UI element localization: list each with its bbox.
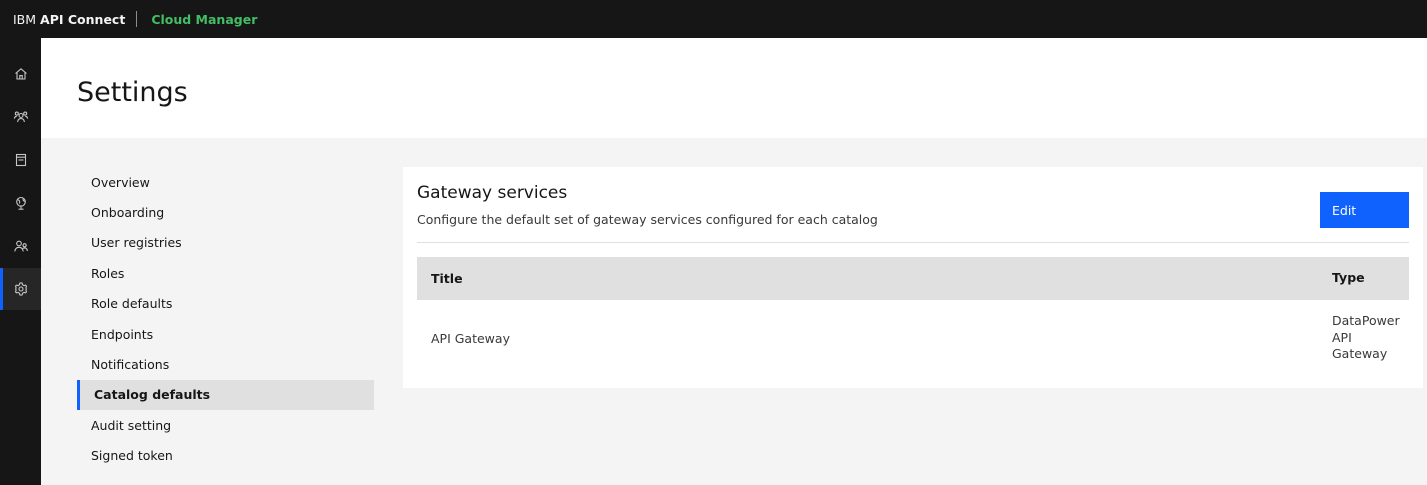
cell-type: DataPower API Gateway (1332, 313, 1400, 362)
settings-icon (14, 282, 27, 296)
rail-item-members[interactable] (0, 225, 41, 267)
settings-nav-user-registries[interactable]: User registries (77, 228, 374, 258)
settings-nav-onboarding[interactable]: Onboarding (77, 197, 374, 227)
gateway-services-panel: Gateway services Configure the default s… (403, 167, 1423, 388)
settings-nav-audit-setting[interactable]: Audit setting (77, 410, 374, 440)
panel-description: Configure the default set of gateway ser… (417, 212, 878, 227)
rail-item-topology[interactable] (0, 182, 41, 224)
document-icon (15, 153, 26, 167)
cell-title: API Gateway (431, 330, 510, 346)
home-icon (14, 68, 27, 80)
settings-nav-endpoints[interactable]: Endpoints (77, 319, 374, 349)
page-header: Settings (41, 38, 1427, 138)
table-header: Title Type (417, 257, 1409, 300)
rail-item-settings[interactable] (0, 268, 41, 310)
rail-item-home[interactable] (0, 53, 41, 95)
settings-nav-overview[interactable]: Overview (77, 167, 374, 197)
settings-nav-signed-token[interactable]: Signed token (77, 441, 374, 471)
left-rail (0, 38, 41, 485)
rail-item-users[interactable] (0, 96, 41, 138)
column-header-title[interactable]: Title (417, 271, 1318, 286)
panel-divider (417, 242, 1409, 243)
brand-ibm: IBM (13, 11, 37, 27)
globe-icon (15, 196, 26, 210)
top-bar: IBM API Connect Cloud Manager (0, 0, 1427, 38)
table-row[interactable]: API Gateway DataPower API Gateway (417, 300, 1409, 376)
column-header-type[interactable]: Type (1318, 270, 1409, 287)
users-icon (13, 111, 28, 123)
settings-nav: Overview Onboarding User registries Role… (77, 167, 374, 471)
settings-nav-roles[interactable]: Roles (77, 258, 374, 288)
edit-button[interactable]: Edit (1320, 192, 1409, 228)
app-name: Cloud Manager (151, 11, 258, 27)
panel-title: Gateway services (417, 183, 568, 203)
gateway-services-table: Title Type API Gateway DataPower API Gat… (417, 257, 1409, 376)
settings-nav-catalog-defaults[interactable]: Catalog defaults (77, 379, 374, 411)
settings-nav-role-defaults[interactable]: Role defaults (77, 289, 374, 319)
brand-divider (136, 11, 138, 27)
rail-item-resources[interactable] (0, 139, 41, 181)
settings-nav-notifications[interactable]: Notifications (77, 349, 374, 379)
brand-product: API Connect (40, 11, 126, 27)
brand[interactable]: IBM API Connect Cloud Manager (0, 0, 257, 38)
page-title: Settings (77, 77, 188, 108)
members-icon (13, 240, 28, 252)
